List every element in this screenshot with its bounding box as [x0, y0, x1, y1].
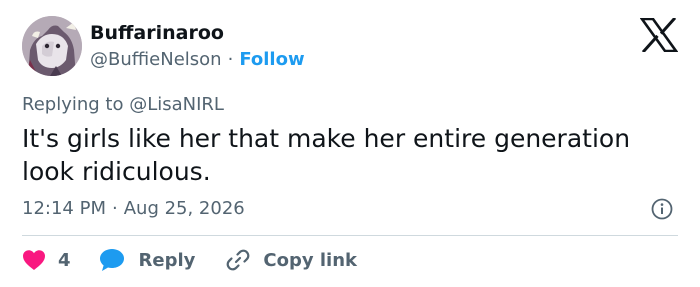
- timestamp[interactable]: 12:14 PM · Aug 25, 2026: [22, 198, 245, 219]
- author-display-name[interactable]: Buffarinaroo: [90, 22, 224, 44]
- replying-to: Replying to @LisaNIRL: [22, 94, 224, 115]
- tweet-card: Buffarinaroo @BuffieNelson · Follow Replyi…: [0, 0, 700, 287]
- handle-separator: ·: [227, 49, 234, 70]
- replying-to-mention[interactable]: @LisaNIRL: [129, 94, 224, 115]
- speech-bubble-icon: [99, 249, 124, 271]
- info-icon[interactable]: [651, 198, 673, 220]
- link-icon: [226, 249, 250, 271]
- tweet-date: Aug 25, 2026: [123, 198, 245, 219]
- timestamp-separator: ·: [111, 198, 118, 219]
- heart-icon: [23, 250, 45, 270]
- tweet-time: 12:14 PM: [22, 198, 106, 219]
- copy-link-label: Copy link: [263, 249, 357, 271]
- avatar-image: [22, 16, 82, 76]
- reply-button[interactable]: Reply: [99, 248, 196, 272]
- like-button[interactable]: 4: [22, 249, 71, 271]
- avatar[interactable]: [22, 16, 82, 76]
- reply-label: Reply: [138, 249, 196, 271]
- tweet-text: It's girls like her that make her entire…: [22, 124, 631, 186]
- author-handle[interactable]: @BuffieNelson: [90, 49, 222, 70]
- divider: [22, 235, 678, 236]
- replying-to-prefix: Replying to: [22, 94, 124, 115]
- author-handle-line: @BuffieNelson · Follow: [90, 49, 305, 70]
- x-logo-icon[interactable]: [639, 16, 679, 54]
- follow-button[interactable]: Follow: [239, 49, 304, 70]
- copy-link-button[interactable]: Copy link: [225, 247, 357, 273]
- like-count: 4: [58, 249, 71, 271]
- action-bar: 4 Reply Copy link: [22, 244, 357, 276]
